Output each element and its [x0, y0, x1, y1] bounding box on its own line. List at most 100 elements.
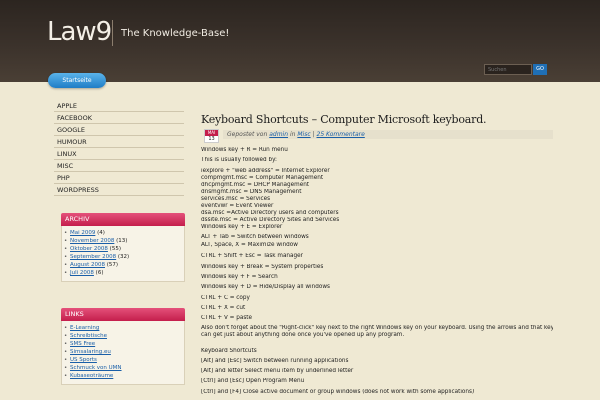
post-content-block: CTRL + V = paste — [201, 315, 553, 322]
post-line: CTRL + V = paste — [201, 315, 253, 321]
list-item: • Mai 2009 (4) — [64, 229, 182, 237]
archive-count: (55) — [109, 246, 121, 252]
post-line: eventvwr = Event Viewer — [201, 203, 274, 209]
category-link[interactable]: Misc — [297, 131, 310, 138]
post-line: [Alt] and [Esc] Switch between running a… — [201, 358, 349, 364]
post-line: Also don't forget about the "Right-click… — [201, 325, 553, 331]
post-line: services.msc = Services — [201, 196, 271, 202]
list-item: • SMS Free — [64, 340, 182, 348]
archive-count: (32) — [117, 254, 130, 260]
post: Keyboard Shortcuts – Computer Microsoft … — [201, 113, 553, 145]
post-content-block: [Ctrl] and [F4] Close active document or… — [201, 389, 553, 396]
post-line: Windows key + Break = System properties — [201, 264, 324, 270]
post-content-block: CTRL + C = copy — [201, 295, 553, 302]
blogroll-link[interactable]: US Sports — [70, 357, 97, 363]
site-logo[interactable]: Law9 — [47, 18, 112, 46]
post-content-block: CTRL + Shift + Esc = Task manager — [201, 253, 553, 260]
post-content-block: Windows key + D = Hide/Display all windo… — [201, 284, 553, 291]
post-content-block: Windows key + F = Search — [201, 274, 553, 281]
post-content-block: Windows key + Break = System properties — [201, 264, 553, 271]
nav-tab-home[interactable]: Startseite — [48, 73, 106, 88]
blogroll-link[interactable]: Simsalaring.eu — [70, 349, 111, 355]
archive-count: (13) — [116, 238, 128, 244]
archive-count: (4) — [97, 230, 105, 236]
list-item: • Kubaseoträume — [64, 372, 182, 380]
list-item: • August 2008 (57) — [64, 261, 182, 269]
post-content-block: iexplore + "web address" = Internet Expl… — [201, 168, 553, 231]
byline-in: in — [289, 131, 296, 138]
post-content-block: CTRL + X = cut — [201, 305, 553, 312]
search-button[interactable]: GO — [533, 64, 547, 75]
post-line: CTRL + C = copy — [201, 295, 250, 301]
archive-count: (57) — [106, 262, 119, 268]
list-item: • Simsalaring.eu — [64, 348, 182, 356]
archive-link[interactable]: Juli 2008 — [70, 270, 94, 276]
list-item: • Schreibtische — [64, 332, 182, 340]
blogroll-link[interactable]: E-Learning — [70, 325, 99, 331]
post-line: CTRL + X = cut — [201, 305, 246, 311]
search-input[interactable] — [484, 64, 532, 75]
menu-item-facebook[interactable]: FACEBOOK — [54, 112, 184, 124]
post-line: [Alt] and letter Select menu item by und… — [201, 368, 354, 374]
menu-item-apple[interactable]: APPLE — [54, 100, 184, 112]
links-widget: LINKS • E-Learning • Schreibtische • SMS Fr… — [61, 308, 185, 385]
list-item: • Juli 2008 (6) — [64, 269, 182, 277]
archive-link[interactable]: August 2008 — [70, 262, 105, 268]
post-line: ALT + Tab = Switch between windows — [201, 234, 309, 240]
post-content-block: [Alt] and letter Select menu item by und… — [201, 368, 553, 375]
comments-link[interactable]: 25 Kommentare — [317, 131, 365, 138]
site-header: Law9 The Knowledge-Base! GO — [0, 0, 600, 82]
list-item: • Schmuck von UMN — [64, 364, 182, 372]
archive-link[interactable]: September 2008 — [70, 254, 116, 260]
archive-title: ARCHIV — [61, 213, 185, 226]
blogroll-link[interactable]: Schmuck von UMN — [70, 365, 122, 371]
date-badge: MAI 13 — [204, 129, 219, 143]
list-item: • September 2008 (32) — [64, 253, 182, 261]
archive-link[interactable]: November 2008 — [70, 238, 114, 244]
archive-link[interactable]: Oktober 2008 — [70, 246, 108, 252]
post-title[interactable]: Keyboard Shortcuts – Computer Microsoft … — [201, 113, 553, 127]
list-item: • Oktober 2008 (55) — [64, 245, 182, 253]
post-content: Windows key + R = Run menu — [201, 147, 553, 154]
menu-item-linux[interactable]: LINUX — [54, 148, 184, 160]
post-content-block: [Ctrl] and [Esc] Open Program Menu — [201, 378, 553, 385]
archive-link[interactable]: Mai 2009 — [70, 230, 95, 236]
archive-widget: ARCHIV • Mai 2009 (4) • November 2008 (13)… — [61, 213, 185, 282]
post-line: This is usually followed by: — [201, 157, 277, 163]
post-content-block: [Alt] and [Esc] Switch between running a… — [201, 358, 553, 365]
list-item: • E-Learning — [64, 324, 182, 332]
post-line: dssite.msc = Active Directory Sites and … — [201, 217, 340, 223]
archive-list: • Mai 2009 (4) • November 2008 (13) • Oktob… — [61, 226, 185, 282]
blogroll-link[interactable]: Schreibtische — [70, 333, 107, 339]
menu-item-php[interactable]: PHP — [54, 172, 184, 184]
logo-divider — [112, 20, 113, 46]
date-day: 13 — [208, 136, 215, 142]
post-line: Windows key + F = Search — [201, 274, 278, 280]
post-content-block: Keyboard Shortcuts — [201, 348, 553, 355]
post-line: dsa.msc =Active Directory users and comp… — [201, 210, 339, 216]
blogroll-link[interactable]: Kubaseoträume — [70, 373, 113, 379]
post-line: [Ctrl] and [F4] Close active document or… — [201, 389, 475, 395]
links-title: LINKS — [61, 308, 185, 321]
category-menu: APPLE FACEBOOK GOOGLE HUMOUR LINUX MISC … — [54, 100, 184, 196]
site-tagline: The Knowledge-Base! — [121, 28, 230, 39]
author-link[interactable]: admin — [269, 131, 288, 138]
list-item: • November 2008 (13) — [64, 237, 182, 245]
menu-item-google[interactable]: GOOGLE — [54, 124, 184, 136]
menu-item-misc[interactable]: MISC — [54, 160, 184, 172]
post-line: ALT, Space, X = Maximize window — [201, 242, 298, 248]
menu-item-humour[interactable]: HUMOUR — [54, 136, 184, 148]
post-line: Windows key + E = Explorer — [201, 224, 283, 230]
post-line: can get just about anything done once yo… — [201, 332, 405, 338]
post-line: dhcpmgmt.msc = DHCP Management — [201, 182, 310, 188]
post-line: Keyboard Shortcuts — [201, 348, 257, 354]
list-item: • US Sports — [64, 356, 182, 364]
menu-item-wordpress[interactable]: WORDPRESS — [54, 184, 184, 196]
post-line: compmgmt.msc = Computer Management — [201, 175, 324, 181]
post-content-block: This is usually followed by: — [201, 157, 553, 164]
post-line: Windows key + D = Hide/Display all windo… — [201, 284, 330, 290]
blogroll-link[interactable]: SMS Free — [70, 341, 95, 347]
post-meta: MAI 13 Gepostet von admin in Misc | 25 K… — [201, 128, 553, 145]
post-line: Windows key + R = Run menu — [201, 147, 288, 153]
links-list: • E-Learning • Schreibtische • SMS Free • Si… — [61, 321, 185, 385]
